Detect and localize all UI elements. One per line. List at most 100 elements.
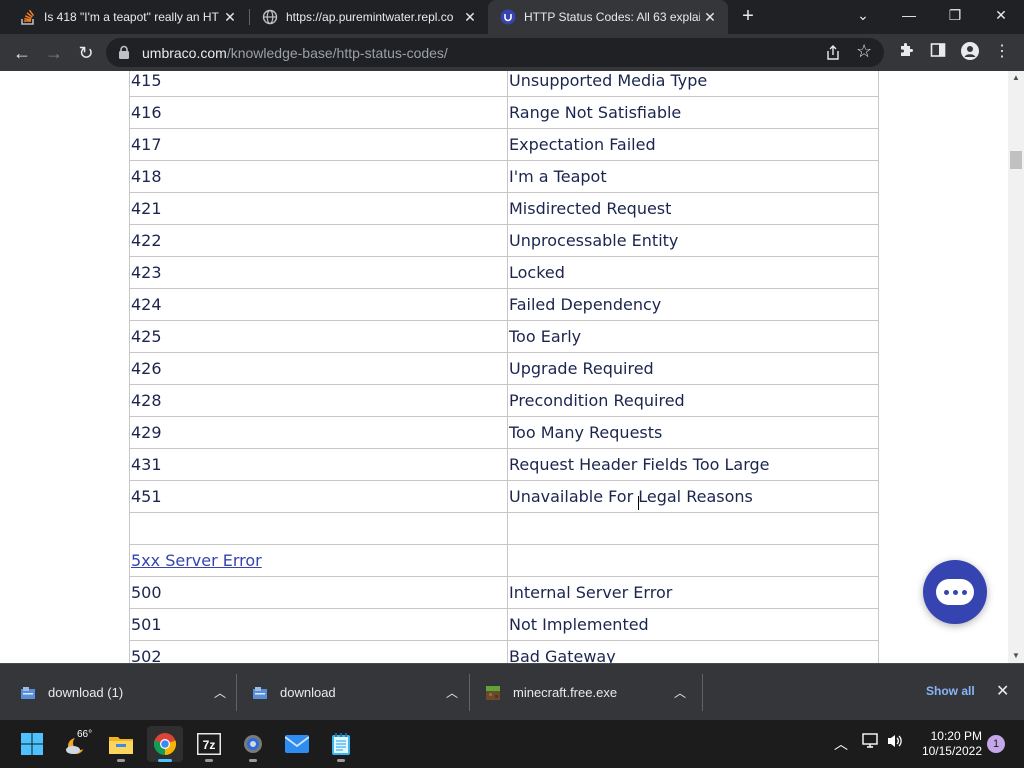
file-icon bbox=[252, 685, 268, 701]
download-item[interactable]: download (1) ︿ bbox=[20, 664, 230, 721]
status-code-cell: 422 bbox=[129, 224, 508, 257]
new-tab-button[interactable]: + bbox=[736, 4, 760, 28]
network-icon[interactable] bbox=[862, 732, 880, 753]
status-code-cell: 418 bbox=[129, 160, 508, 193]
url-path: /knowledge-base/http-status-codes/ bbox=[226, 45, 448, 61]
section-link-5xx[interactable]: 5xx Server Error bbox=[131, 551, 262, 570]
table-row: 501 Not Implemented bbox=[129, 608, 879, 641]
close-icon[interactable]: ✕ bbox=[996, 681, 1009, 701]
taskbar-7zip[interactable]: 7z bbox=[191, 726, 227, 762]
scrollbar-thumb[interactable] bbox=[1010, 151, 1022, 169]
tab-http-status-codes[interactable]: HTTP Status Codes: All 63 explain ✕ bbox=[488, 0, 728, 34]
text-cursor bbox=[638, 496, 639, 510]
table-row: 421 Misdirected Request bbox=[129, 192, 879, 225]
download-item[interactable]: minecraft.free.exe ︿ bbox=[485, 664, 690, 721]
url-text[interactable]: umbraco.com/knowledge-base/http-status-c… bbox=[142, 45, 448, 61]
weather-temperature: 66° bbox=[77, 729, 93, 740]
umbraco-icon bbox=[500, 9, 516, 25]
bookmark-star-icon[interactable]: ☆ bbox=[856, 41, 872, 62]
tab-strip: Is 418 "I'm a teapot" really an HT ✕ htt… bbox=[0, 0, 1024, 34]
chrome-icon bbox=[153, 733, 177, 756]
show-all-button[interactable]: Show all bbox=[926, 684, 975, 698]
status-description-cell: Unprocessable Entity bbox=[507, 224, 879, 257]
status-code-cell: 501 bbox=[129, 608, 508, 641]
folder-icon bbox=[109, 737, 133, 754]
page-scrollbar[interactable]: ▲ ▼ bbox=[1008, 71, 1024, 663]
download-item[interactable]: download ︿ bbox=[252, 664, 462, 721]
scroll-down-arrow-icon[interactable]: ▼ bbox=[1008, 649, 1024, 663]
side-panel-icon[interactable] bbox=[928, 42, 948, 62]
tab-title: https://ap.puremintwater.repl.co bbox=[286, 10, 454, 24]
tab-title: Is 418 "I'm a teapot" really an HT bbox=[44, 10, 219, 24]
system-clock[interactable]: 10:20 PM 10/15/2022 bbox=[912, 729, 982, 759]
status-description-cell bbox=[507, 512, 879, 545]
taskbar: 66° 7z ︿ 10:20 PM 10/15/2022 1 bbox=[0, 720, 1024, 768]
status-description-cell: Unavailable For Legal Reasons bbox=[507, 480, 879, 513]
scroll-up-arrow-icon[interactable]: ▲ bbox=[1008, 71, 1024, 85]
minecraft-icon bbox=[485, 685, 501, 701]
volume-icon[interactable] bbox=[886, 732, 904, 753]
reload-button[interactable]: ↻ bbox=[73, 40, 99, 66]
chat-button[interactable] bbox=[923, 560, 987, 624]
chevron-up-icon[interactable]: ︿ bbox=[210, 684, 230, 701]
address-bar[interactable]: umbraco.com/knowledge-base/http-status-c… bbox=[106, 38, 884, 67]
restore-button[interactable]: ❐ bbox=[932, 0, 978, 30]
taskbar-settings[interactable] bbox=[235, 726, 271, 762]
menu-kebab-icon[interactable]: ⋮ bbox=[992, 42, 1012, 62]
profile-icon[interactable] bbox=[960, 42, 980, 62]
chat-icon bbox=[936, 579, 974, 605]
close-window-button[interactable]: ✕ bbox=[978, 0, 1024, 30]
taskbar-mail[interactable] bbox=[279, 726, 315, 762]
download-name: download bbox=[280, 685, 336, 700]
url-domain: umbraco.com bbox=[142, 45, 227, 61]
status-description-cell: Failed Dependency bbox=[507, 288, 879, 321]
forward-button[interactable]: → bbox=[41, 40, 67, 66]
status-description-cell: Request Header Fields Too Large bbox=[507, 448, 879, 481]
minimize-button[interactable]: — bbox=[886, 0, 932, 30]
taskbar-notepad[interactable] bbox=[323, 726, 359, 762]
share-icon[interactable] bbox=[824, 44, 842, 62]
status-description-cell bbox=[507, 544, 879, 577]
status-description-cell: Too Early bbox=[507, 320, 879, 353]
chevron-up-icon[interactable]: ︿ bbox=[670, 684, 690, 701]
taskbar-chrome[interactable] bbox=[147, 726, 183, 762]
tab-title: HTTP Status Codes: All 63 explain bbox=[524, 10, 700, 24]
close-icon[interactable]: ✕ bbox=[220, 9, 240, 26]
status-code-cell: 417 bbox=[129, 128, 508, 161]
status-code-cell: 429 bbox=[129, 416, 508, 449]
status-code-cell bbox=[129, 512, 508, 545]
status-codes-table: 415 Unsupported Media Type 416 Range Not Sa… bbox=[129, 71, 879, 663]
back-button[interactable]: ← bbox=[9, 40, 35, 66]
lock-icon[interactable] bbox=[118, 45, 130, 59]
table-row bbox=[129, 512, 879, 545]
status-code-cell: 426 bbox=[129, 352, 508, 385]
tab-search-button[interactable]: ⌄ bbox=[840, 0, 886, 30]
start-button[interactable] bbox=[14, 726, 50, 762]
table-row: 451 Unavailable For Legal Reasons bbox=[129, 480, 879, 513]
close-icon[interactable]: ✕ bbox=[460, 9, 480, 26]
table-row: 429 Too Many Requests bbox=[129, 416, 879, 449]
notepad-icon bbox=[332, 733, 350, 755]
table-row: 426 Upgrade Required bbox=[129, 352, 879, 385]
table-row: 422 Unprocessable Entity bbox=[129, 224, 879, 257]
download-name: minecraft.free.exe bbox=[513, 685, 618, 700]
taskbar-file-explorer[interactable] bbox=[103, 726, 139, 762]
chevron-up-icon[interactable]: ︿ bbox=[442, 684, 462, 701]
extensions-icon[interactable] bbox=[896, 42, 916, 62]
status-code-cell: 428 bbox=[129, 384, 508, 417]
file-icon bbox=[20, 685, 36, 701]
tab-repl[interactable]: https://ap.puremintwater.repl.co ✕ bbox=[250, 0, 488, 34]
chevron-up-icon[interactable]: ︿ bbox=[834, 734, 848, 754]
table-row: 502 Bad Gateway bbox=[129, 640, 879, 663]
status-code-cell: 423 bbox=[129, 256, 508, 289]
table-row: 428 Precondition Required bbox=[129, 384, 879, 417]
notification-badge[interactable]: 1 bbox=[987, 735, 1005, 753]
status-code-cell: 425 bbox=[129, 320, 508, 353]
tab-teapot-question[interactable]: Is 418 "I'm a teapot" really an HT ✕ bbox=[8, 0, 248, 34]
close-icon[interactable]: ✕ bbox=[700, 9, 720, 26]
download-divider bbox=[469, 674, 470, 711]
status-code-cell: 5xx Server Error bbox=[129, 544, 508, 577]
status-description-cell: I'm a Teapot bbox=[507, 160, 879, 193]
status-description-cell: Too Many Requests bbox=[507, 416, 879, 449]
status-description-cell: Upgrade Required bbox=[507, 352, 879, 385]
